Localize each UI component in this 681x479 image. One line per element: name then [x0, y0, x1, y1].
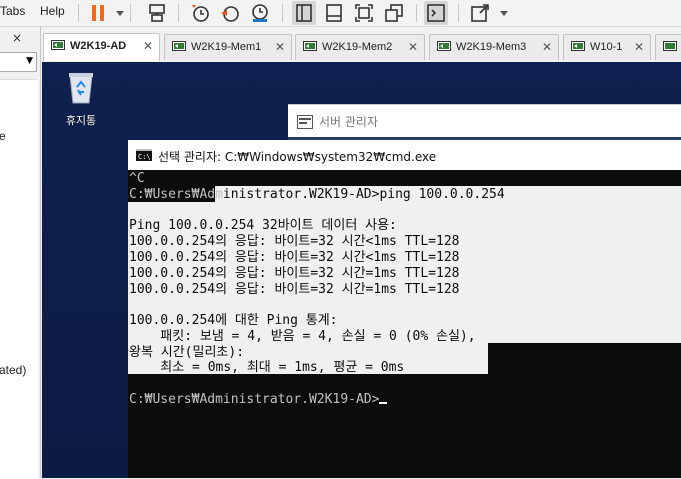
- library-tree[interactable]: e ated): [0, 79, 38, 479]
- console-prompt: C:₩Users₩Administrator.W2K19-AD>: [129, 392, 388, 408]
- fit-guest-icon[interactable]: [352, 1, 376, 25]
- library-close-button[interactable]: ×: [12, 31, 22, 45]
- console-line: 100.0.0.254의 응답: 바이트=32 시간=1ms TTL=128: [129, 282, 460, 297]
- console-line: 100.0.0.254의 응답: 바이트=32 시간<1ms TTL=128: [129, 234, 460, 249]
- menu-tabs[interactable]: Tabs: [0, 4, 25, 18]
- close-icon[interactable]: ✕: [143, 39, 153, 53]
- vm-desktop[interactable]: 휴지통 서버 관리자 C:\ 선택 관리자: C:₩Windows₩system…: [42, 62, 681, 478]
- console-view-icon[interactable]: [322, 1, 346, 25]
- prompt-text: C:₩Users₩Administrator.W2K19-AD>: [129, 392, 380, 407]
- library-search-dropdown[interactable]: ▼: [0, 52, 37, 72]
- cmd-icon: C:\: [136, 149, 152, 161]
- chevron-down-icon: ▼: [26, 56, 33, 66]
- console-line-selected: C:₩Users₩Administrator.W2K19-AD>ping 100…: [129, 187, 505, 203]
- tab-w10-1[interactable]: W10-1 ✕: [563, 34, 651, 60]
- cmd-titlebar[interactable]: C:\ 선택 관리자: C:₩Windows₩system32₩cmd.exe: [128, 140, 681, 170]
- tab-w2k19-ad[interactable]: W2K19-AD ✕: [43, 33, 160, 61]
- console-line: Ping 100.0.0.254 32바이트 데이터 사용:: [129, 218, 397, 233]
- close-icon[interactable]: ✕: [408, 40, 418, 54]
- toolbar-separator: [458, 4, 459, 22]
- svg-text:C:\: C:\: [138, 153, 151, 161]
- text-cursor: [379, 402, 388, 404]
- console-line: 100.0.0.254에 대한 Ping 통계:: [129, 313, 338, 328]
- snapshot-icon[interactable]: [188, 1, 212, 25]
- console-output[interactable]: ^C C:₩Users₩Administrator.W2K19-AD>ping …: [128, 170, 681, 478]
- toolbar: Tabs Help: [0, 0, 681, 27]
- server-manager-title: 서버 관리자: [319, 115, 379, 129]
- console-text-selected: inistrator.W2K19-AD>ping 100.0.0.254: [222, 187, 505, 202]
- library-panel: × ▼ e ated): [0, 27, 41, 479]
- library-view-icon[interactable]: [292, 1, 316, 25]
- tab-w2k19-mem3[interactable]: W2K19-Mem3 ✕: [429, 34, 559, 60]
- recycle-bin-label: 휴지통: [65, 114, 97, 127]
- server-manager-window[interactable]: 서버 관리자: [288, 104, 681, 145]
- unity-icon[interactable]: [382, 1, 406, 25]
- close-icon[interactable]: ✕: [634, 40, 644, 54]
- close-icon[interactable]: ✕: [542, 40, 552, 54]
- cmd-title: 선택 관리자: C:₩Windows₩system32₩cmd.exe: [158, 150, 437, 164]
- close-icon[interactable]: ✕: [275, 40, 285, 54]
- tab-label: W2K19-AD: [70, 40, 127, 52]
- tab-label: W2K19-Mem2: [322, 41, 393, 53]
- toolbar-separator: [282, 4, 283, 22]
- tab-overflow[interactable]: [655, 34, 681, 60]
- terminal-icon[interactable]: [424, 1, 448, 25]
- toolbar-separator: [78, 4, 79, 22]
- vm-tabs: W2K19-AD ✕ W2K19-Mem1 ✕ W2K19-Mem2 ✕ W2K…: [41, 33, 681, 62]
- server-manager-icon: [297, 115, 313, 129]
- menu-help[interactable]: Help: [40, 4, 65, 18]
- toolbar-separator: [130, 4, 131, 22]
- tab-w2k19-mem2[interactable]: W2K19-Mem2 ✕: [295, 34, 425, 60]
- console-line: 100.0.0.254의 응답: 바이트=32 시간=1ms TTL=128: [129, 266, 460, 281]
- console-line: 패킷: 보냄 = 4, 받음 = 4, 손실 = 0 (0% 손실),: [129, 329, 476, 344]
- vm-icon: [663, 41, 677, 51]
- vm-icon: [172, 41, 186, 51]
- recycle-bin[interactable]: 휴지통: [56, 70, 106, 128]
- console-text-unselected: C:₩Users₩Adm: [129, 187, 223, 202]
- vm-icon: [303, 41, 317, 51]
- fullscreen-dropdown-icon[interactable]: [492, 1, 508, 25]
- dropdown-icon[interactable]: [108, 1, 124, 25]
- console-prompt-unselected: C:₩Users₩Administrator.W2K19-AD>ping 100…: [129, 187, 505, 202]
- toolbar-separator: [178, 4, 179, 22]
- console-line: 100.0.0.254의 응답: 바이트=32 시간<1ms TTL=128: [129, 250, 460, 265]
- console-line: ^C: [129, 171, 145, 186]
- console-line: 최소 = 0ms, 최대 = 1ms, 평균 = 0ms: [129, 360, 405, 375]
- toolbar-separator: [416, 4, 417, 22]
- tab-label: W2K19-Mem3: [456, 41, 527, 53]
- fullscreen-icon[interactable]: [468, 1, 492, 25]
- recycle-bin-icon: [69, 73, 93, 104]
- revert-snapshot-icon[interactable]: [218, 1, 242, 25]
- console-line: 왕복 시간(밀리초):: [129, 345, 245, 360]
- selection-highlight: [488, 186, 681, 343]
- vm-icon: [437, 41, 451, 51]
- snapshot-manager-icon[interactable]: [248, 1, 272, 25]
- vm-icon: [571, 41, 585, 51]
- library-item-status[interactable]: ated): [0, 363, 26, 377]
- tab-label: W2K19-Mem1: [191, 41, 262, 53]
- tab-w2k19-mem1[interactable]: W2K19-Mem1 ✕: [164, 34, 292, 60]
- vm-icon: [51, 40, 65, 50]
- tab-label: W10-1: [590, 41, 623, 53]
- network-icon[interactable]: [145, 1, 169, 25]
- pause-icon[interactable]: [86, 1, 110, 25]
- cmd-window[interactable]: C:\ 선택 관리자: C:₩Windows₩system32₩cmd.exe …: [128, 140, 681, 478]
- library-item-text[interactable]: e: [0, 129, 6, 143]
